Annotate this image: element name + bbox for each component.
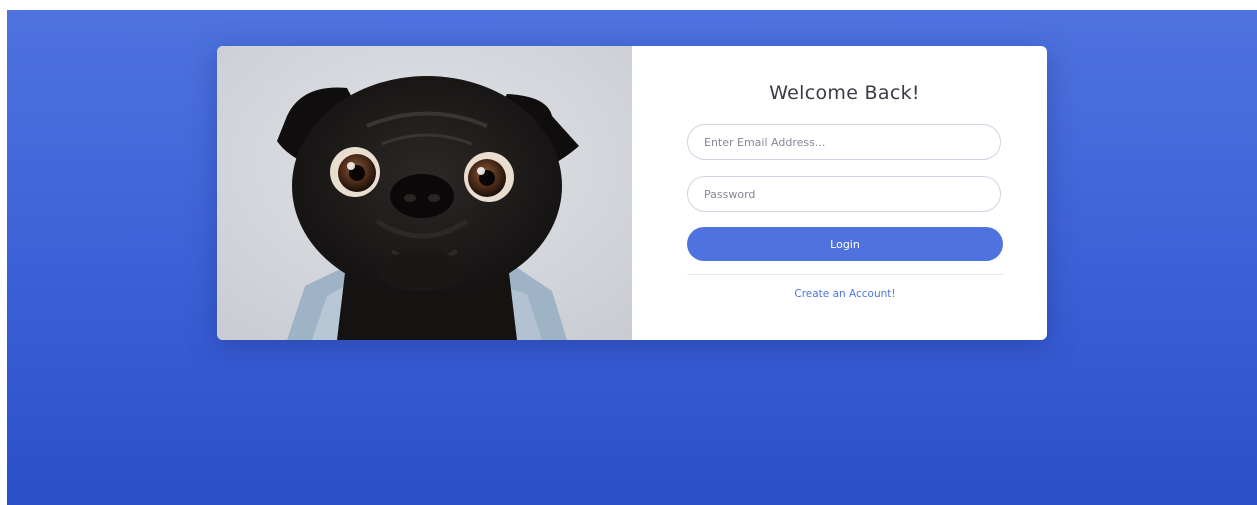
login-form-panel: Welcome Back! Login Create an Account!: [632, 46, 1047, 340]
email-field[interactable]: [687, 124, 1001, 160]
page-title: Welcome Back!: [769, 82, 920, 104]
page-background: Welcome Back! Login Create an Account!: [7, 10, 1257, 505]
password-field[interactable]: [687, 176, 1001, 212]
login-card: Welcome Back! Login Create an Account!: [217, 46, 1047, 340]
login-button[interactable]: Login: [687, 227, 1003, 261]
form-divider: [687, 274, 1003, 275]
create-account-link[interactable]: Create an Account!: [687, 288, 1003, 300]
login-image-panel: [217, 46, 632, 340]
pug-photo: [217, 46, 632, 340]
